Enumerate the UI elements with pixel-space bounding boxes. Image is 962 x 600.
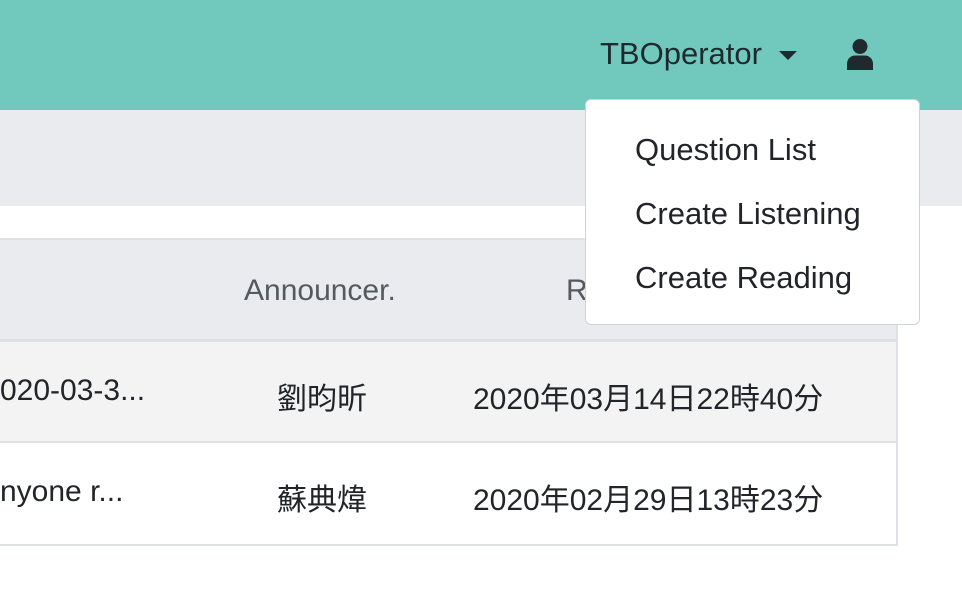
cell-announcer: 劉昀昕 xyxy=(277,382,367,417)
cell-announcer: 蘇典煒 xyxy=(277,483,367,518)
menu-item-create-listening[interactable]: Create Listening xyxy=(586,194,919,258)
cell-date: 2020年03月14日22時40分 xyxy=(473,383,824,416)
cell-date: 2020年02月29日13時23分 xyxy=(473,484,824,517)
table-row[interactable]: nyone r... 蘇典煒 2020年02月29日13時23分 xyxy=(0,443,896,544)
cell-title: 020-03-3... xyxy=(0,374,146,407)
user-menu-toggle[interactable]: TBOperator xyxy=(600,32,797,76)
user-icon[interactable] xyxy=(846,38,874,70)
column-header-announcer[interactable]: Announcer. xyxy=(244,274,396,308)
caret-down-icon xyxy=(778,50,797,60)
top-navbar: TBOperator xyxy=(0,0,962,110)
user-dropdown-menu: Question List Create Listening Create Re… xyxy=(585,99,920,325)
menu-item-question-list[interactable]: Question List xyxy=(586,130,919,194)
table-row[interactable]: 020-03-3... 劉昀昕 2020年03月14日22時40分 xyxy=(0,342,896,443)
user-name: TBOperator xyxy=(600,36,762,71)
cell-title: nyone r... xyxy=(0,475,124,508)
menu-item-create-reading[interactable]: Create Reading xyxy=(586,258,919,322)
